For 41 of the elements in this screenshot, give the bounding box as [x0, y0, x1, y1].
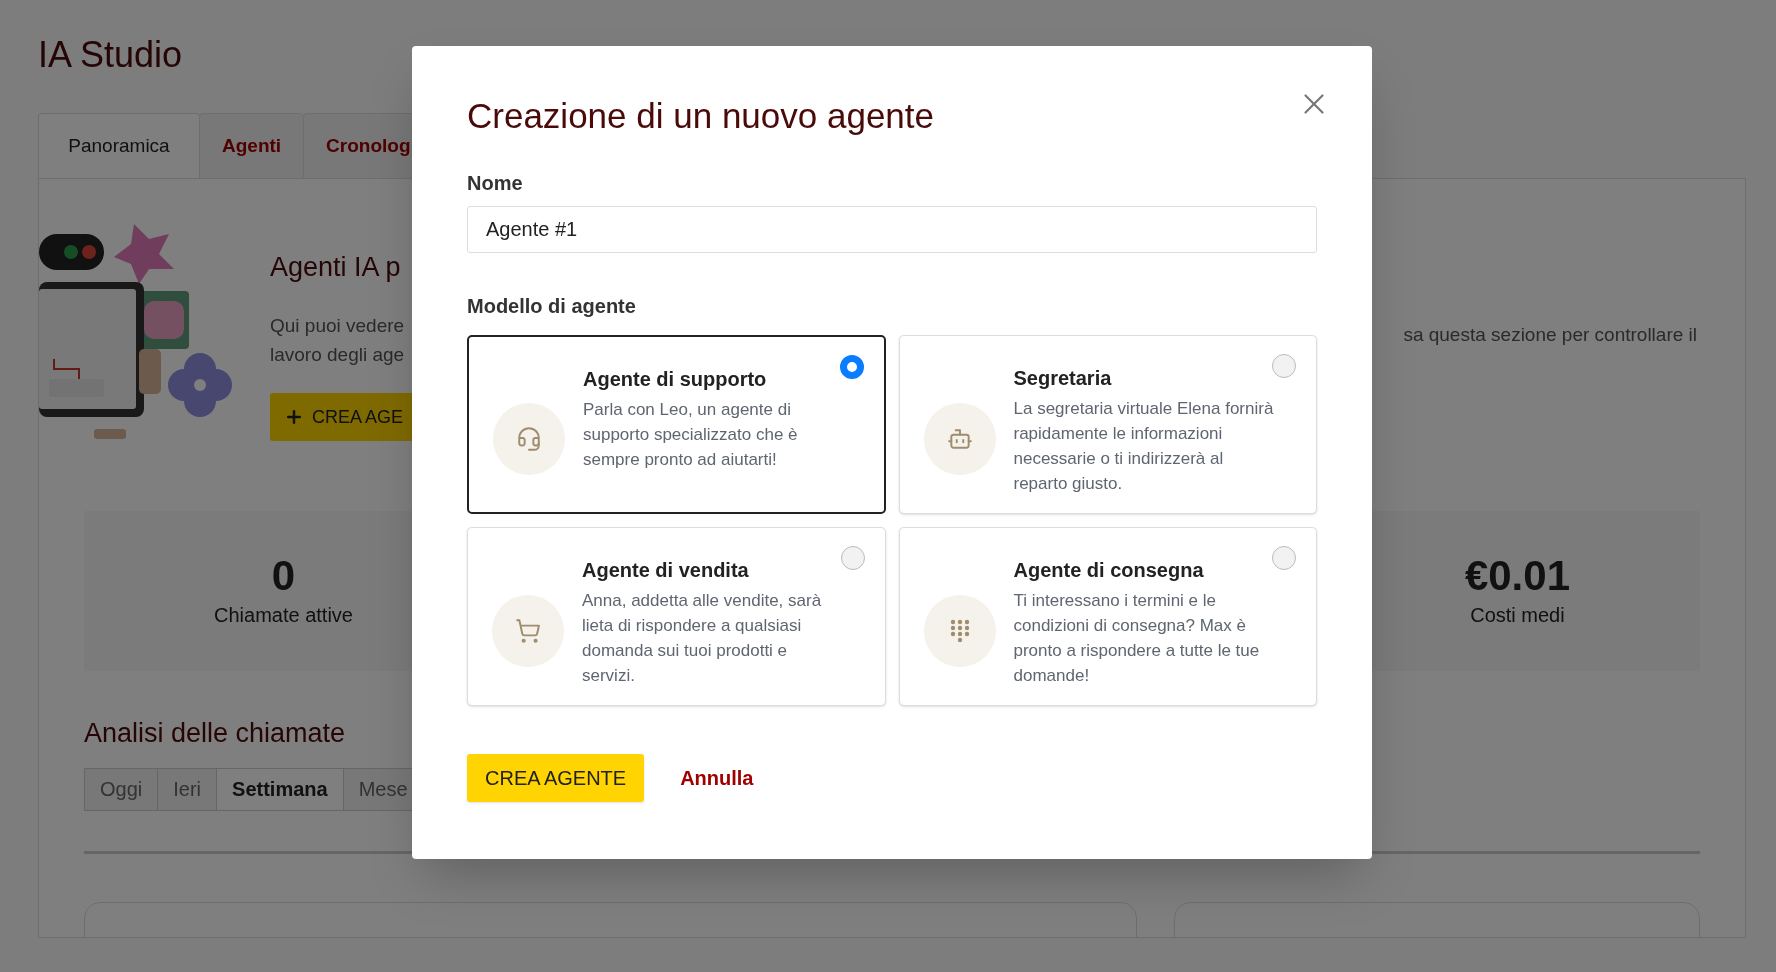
option-description: La segretaria virtuale Elena fornirà rapidamente le informazioni necessarie o ti indirizzerà al reparto giusto. [1013, 398, 1275, 495]
option-title: Agente di consegna [1013, 558, 1205, 583]
agent-option-card[interactable]: Agente di vendita Anna, addetta alle vendite, sarà lieta di rispondere a qualsiasi domanda sui tuoi prodotti e servizi. [467, 527, 886, 706]
option-description: Ti interessano i termini e le condizioni di consegna? Max è pronto a rispondere a tutte le tue domande! [1013, 590, 1261, 687]
headset-icon [516, 425, 542, 452]
option-title: Agente di vendita [582, 558, 750, 583]
tab[interactable]: Agenti [199, 113, 305, 179]
agent-option-card[interactable]: Agente di supporto Parla con Leo, un agente di supporto specializzato che è sempre pronto ad aiutarti! [467, 335, 886, 514]
option-title: Segretaria [1013, 366, 1113, 391]
radio-button[interactable] [839, 355, 864, 379]
cart-icon [515, 617, 541, 644]
radio-button[interactable] [1272, 354, 1296, 378]
option-description: Anna, addetta alle vendite, sarà lieta di rispondere a qualsiasi domanda sui tuoi prodotti e servizi. [582, 590, 823, 687]
agent-option-card[interactable]: Agente di consegna Ti interessano i termini e le condizioni di consegna? Max è pronto a rispondere a tutte le tue domande! [898, 527, 1317, 706]
create-agent-button[interactable]: CREA AGENTE [467, 754, 645, 802]
hero-text: lavoro degli age [270, 343, 406, 367]
period-tab[interactable]: Ieri [157, 767, 218, 811]
stat-label: Chiamate attive [214, 603, 353, 628]
tab[interactable]: Panoramica [38, 113, 200, 179]
plus-icon [284, 407, 304, 427]
hero-text: sa questa sezione per controllare il [1403, 323, 1697, 347]
radio-button[interactable] [1272, 546, 1296, 570]
cancel-link[interactable]: Annulla [680, 763, 754, 793]
option-title: Agente di supporto [583, 367, 768, 392]
field-label: Nome [467, 171, 524, 196]
stat-value: €0.01 [1464, 552, 1570, 600]
section-heading: Analisi delle chiamate [84, 717, 346, 750]
radio-button[interactable] [840, 546, 865, 570]
period-tab[interactable]: Settimana [216, 767, 344, 811]
dialog-title: Creazione di un nuovo agente [467, 95, 935, 137]
option-description: Parla con Leo, un agente di supporto specializzato che è sempre pronto ad aiutarti! [583, 399, 799, 471]
agent-option-card[interactable]: Segretaria La segretaria virtuale Elena fornirà rapidamente le informazioni necessarie o ti indirizzerà al reparto giusto. [898, 335, 1317, 514]
name-field[interactable]: Agente #1 [467, 206, 1317, 253]
create-agent-button[interactable]: CREA AGE [270, 393, 415, 441]
page-title: IA Studio [38, 33, 184, 77]
hero-text: Qui puoi vedere [270, 314, 406, 338]
stat-label: Costi medi [1470, 603, 1565, 628]
hero-heading: Agenti IA p [270, 251, 402, 284]
period-tab[interactable]: Oggi [84, 767, 159, 811]
stat-value: 0 [271, 552, 296, 600]
field-label: Modello di agente [467, 294, 637, 319]
